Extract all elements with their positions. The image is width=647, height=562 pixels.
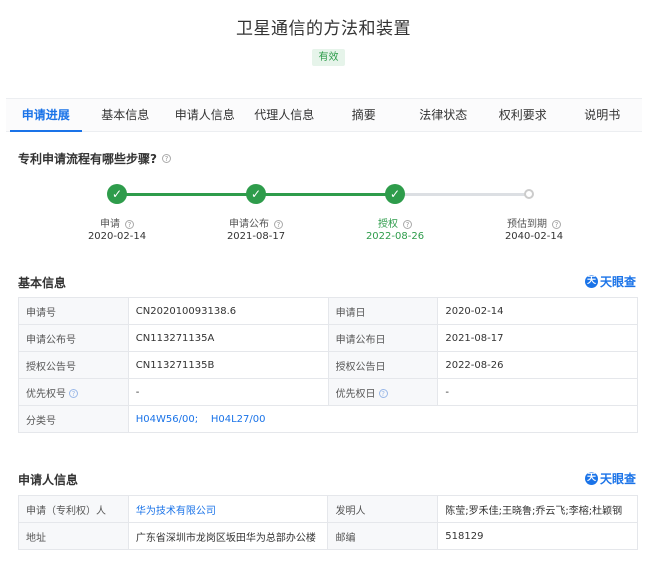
check-icon: ✓: [246, 184, 266, 204]
step-label-text: 授权: [378, 219, 398, 230]
step-date: 2021-08-17: [226, 231, 286, 242]
help-icon[interactable]: ?: [552, 220, 561, 229]
tab-claims[interactable]: 权利要求: [483, 99, 563, 131]
tianyancha-logo-icon: 天: [584, 472, 598, 485]
grant-date: 2022-08-26: [437, 351, 638, 379]
postcode: 518129: [437, 522, 638, 550]
step-label: 申请?: [57, 215, 177, 230]
applicant-link[interactable]: 华为技术有限公司: [136, 506, 216, 517]
brand-name: 天眼查: [599, 275, 636, 289]
field-label: 申请号: [18, 297, 129, 325]
step-label-text: 申请公布: [229, 219, 269, 230]
help-icon[interactable]: ?: [69, 389, 78, 398]
check-icon: ✓: [385, 184, 405, 204]
tab-progress[interactable]: 申请进展: [6, 99, 86, 132]
table-row: 优先权号? - 优先权日? -: [18, 378, 638, 406]
grant-number: CN113271135B: [127, 351, 329, 379]
field-label: 授权公告号: [18, 351, 129, 379]
address: 广东省深圳市龙岗区坂田华为总部办公楼: [127, 522, 329, 550]
progress-timeline: ✓ ✓ ✓ 申请? 2020-02-14 申请公布? 2021-08-17 授权…: [0, 180, 647, 250]
field-label: 申请日: [327, 297, 439, 325]
table-row: 申请（专利权）人 华为技术有限公司 发明人 陈莹;罗禾佳;王晓鲁;乔云飞;李榕;…: [18, 495, 638, 523]
tab-applicant-info[interactable]: 申请人信息: [165, 99, 245, 131]
field-label-text: 优先权日: [335, 388, 376, 400]
field-label-priority-number: 优先权号?: [18, 378, 129, 406]
tab-bar: 申请进展 基本信息 申请人信息 代理人信息 摘要 法律状态 权利要求 说明书: [6, 98, 642, 132]
applicant-info-table: 申请（专利权）人 华为技术有限公司 发明人 陈莹;罗禾佳;王晓鲁;乔云飞;李榕;…: [18, 495, 638, 550]
publication-date: 2021-08-17: [437, 324, 638, 352]
help-icon[interactable]: ?: [161, 154, 171, 163]
priority-date: -: [437, 378, 638, 406]
classification-link[interactable]: H04L27/00: [211, 414, 266, 425]
table-row: 分类号 H04W56/00; H04L27/00: [18, 405, 639, 433]
priority-number: -: [127, 378, 329, 406]
check-icon: ✓: [107, 184, 127, 204]
section-title-applicant-info: 申请人信息: [18, 473, 79, 487]
field-label: 发明人: [327, 495, 439, 523]
step-label: 申请公布?: [196, 215, 316, 230]
classification-codes: H04W56/00; H04L27/00: [127, 405, 639, 433]
help-icon[interactable]: ?: [125, 220, 134, 229]
table-row: 申请公布号 CN113271135A 申请公布日 2021-08-17: [18, 324, 638, 352]
table-row: 申请号 CN202010093138.6 申请日 2020-02-14: [18, 297, 638, 325]
field-label: 申请（专利权）人: [18, 495, 129, 523]
field-label: 分类号: [18, 405, 129, 433]
field-label-text: 优先权号: [26, 388, 66, 400]
field-label: 申请公布号: [18, 324, 129, 352]
tianyancha-brand[interactable]: 天 天眼查: [584, 273, 636, 290]
tab-agent-info[interactable]: 代理人信息: [245, 99, 325, 131]
status-badge: 有效: [312, 49, 345, 66]
step-label-text: 申请: [100, 219, 120, 230]
help-icon[interactable]: ?: [378, 389, 388, 398]
help-icon[interactable]: ?: [274, 220, 283, 229]
field-label: 地址: [18, 522, 129, 550]
inventor-list: 陈莹;罗禾佳;王晓鲁;乔云飞;李榕;杜颖钢: [437, 495, 638, 523]
tianyancha-logo-icon: 天: [584, 275, 598, 288]
publication-number: CN113271135A: [127, 324, 329, 352]
tianyancha-brand[interactable]: 天 天眼查: [584, 470, 636, 487]
field-label: 申请公布日: [327, 324, 439, 352]
applicant-value: 华为技术有限公司: [127, 495, 329, 523]
step-label: 授权?: [335, 215, 455, 230]
application-number: CN202010093138.6: [127, 297, 329, 325]
step-date: 2040-02-14: [504, 231, 564, 242]
process-question-text: 专利申请流程有哪些步骤?: [18, 152, 157, 166]
step-label-text: 预估到期: [507, 219, 547, 230]
tab-abstract[interactable]: 摘要: [324, 99, 404, 131]
application-date: 2020-02-14: [437, 297, 638, 325]
progress-track-remaining: [395, 193, 529, 196]
field-label-priority-date: 优先权日?: [327, 378, 439, 406]
field-label: 邮编: [327, 522, 439, 550]
table-row: 授权公告号 CN113271135B 授权公告日 2022-08-26: [18, 351, 638, 379]
basic-info-table: 申请号 CN202010093138.6 申请日 2020-02-14 申请公布…: [18, 297, 639, 433]
step-label: 预估到期?: [474, 215, 594, 230]
tab-legal-status[interactable]: 法律状态: [404, 99, 484, 131]
help-icon[interactable]: ?: [403, 220, 412, 229]
field-label: 授权公告日: [327, 351, 439, 379]
classification-link[interactable]: H04W56/00;: [136, 414, 198, 425]
brand-name: 天眼查: [599, 472, 636, 486]
pending-dot-icon: [524, 189, 534, 199]
tab-description[interactable]: 说明书: [563, 99, 643, 131]
patent-title: 卫星通信的方法和装置: [236, 19, 411, 39]
section-title-basic-info: 基本信息: [18, 276, 67, 290]
tab-basic-info[interactable]: 基本信息: [86, 99, 166, 131]
step-date: 2022-08-26: [365, 231, 425, 242]
table-row: 地址 广东省深圳市龙岗区坂田华为总部办公楼 邮编 518129: [18, 522, 638, 550]
process-question: 专利申请流程有哪些步骤? ?: [18, 150, 171, 167]
step-date: 2020-02-14: [87, 231, 147, 242]
